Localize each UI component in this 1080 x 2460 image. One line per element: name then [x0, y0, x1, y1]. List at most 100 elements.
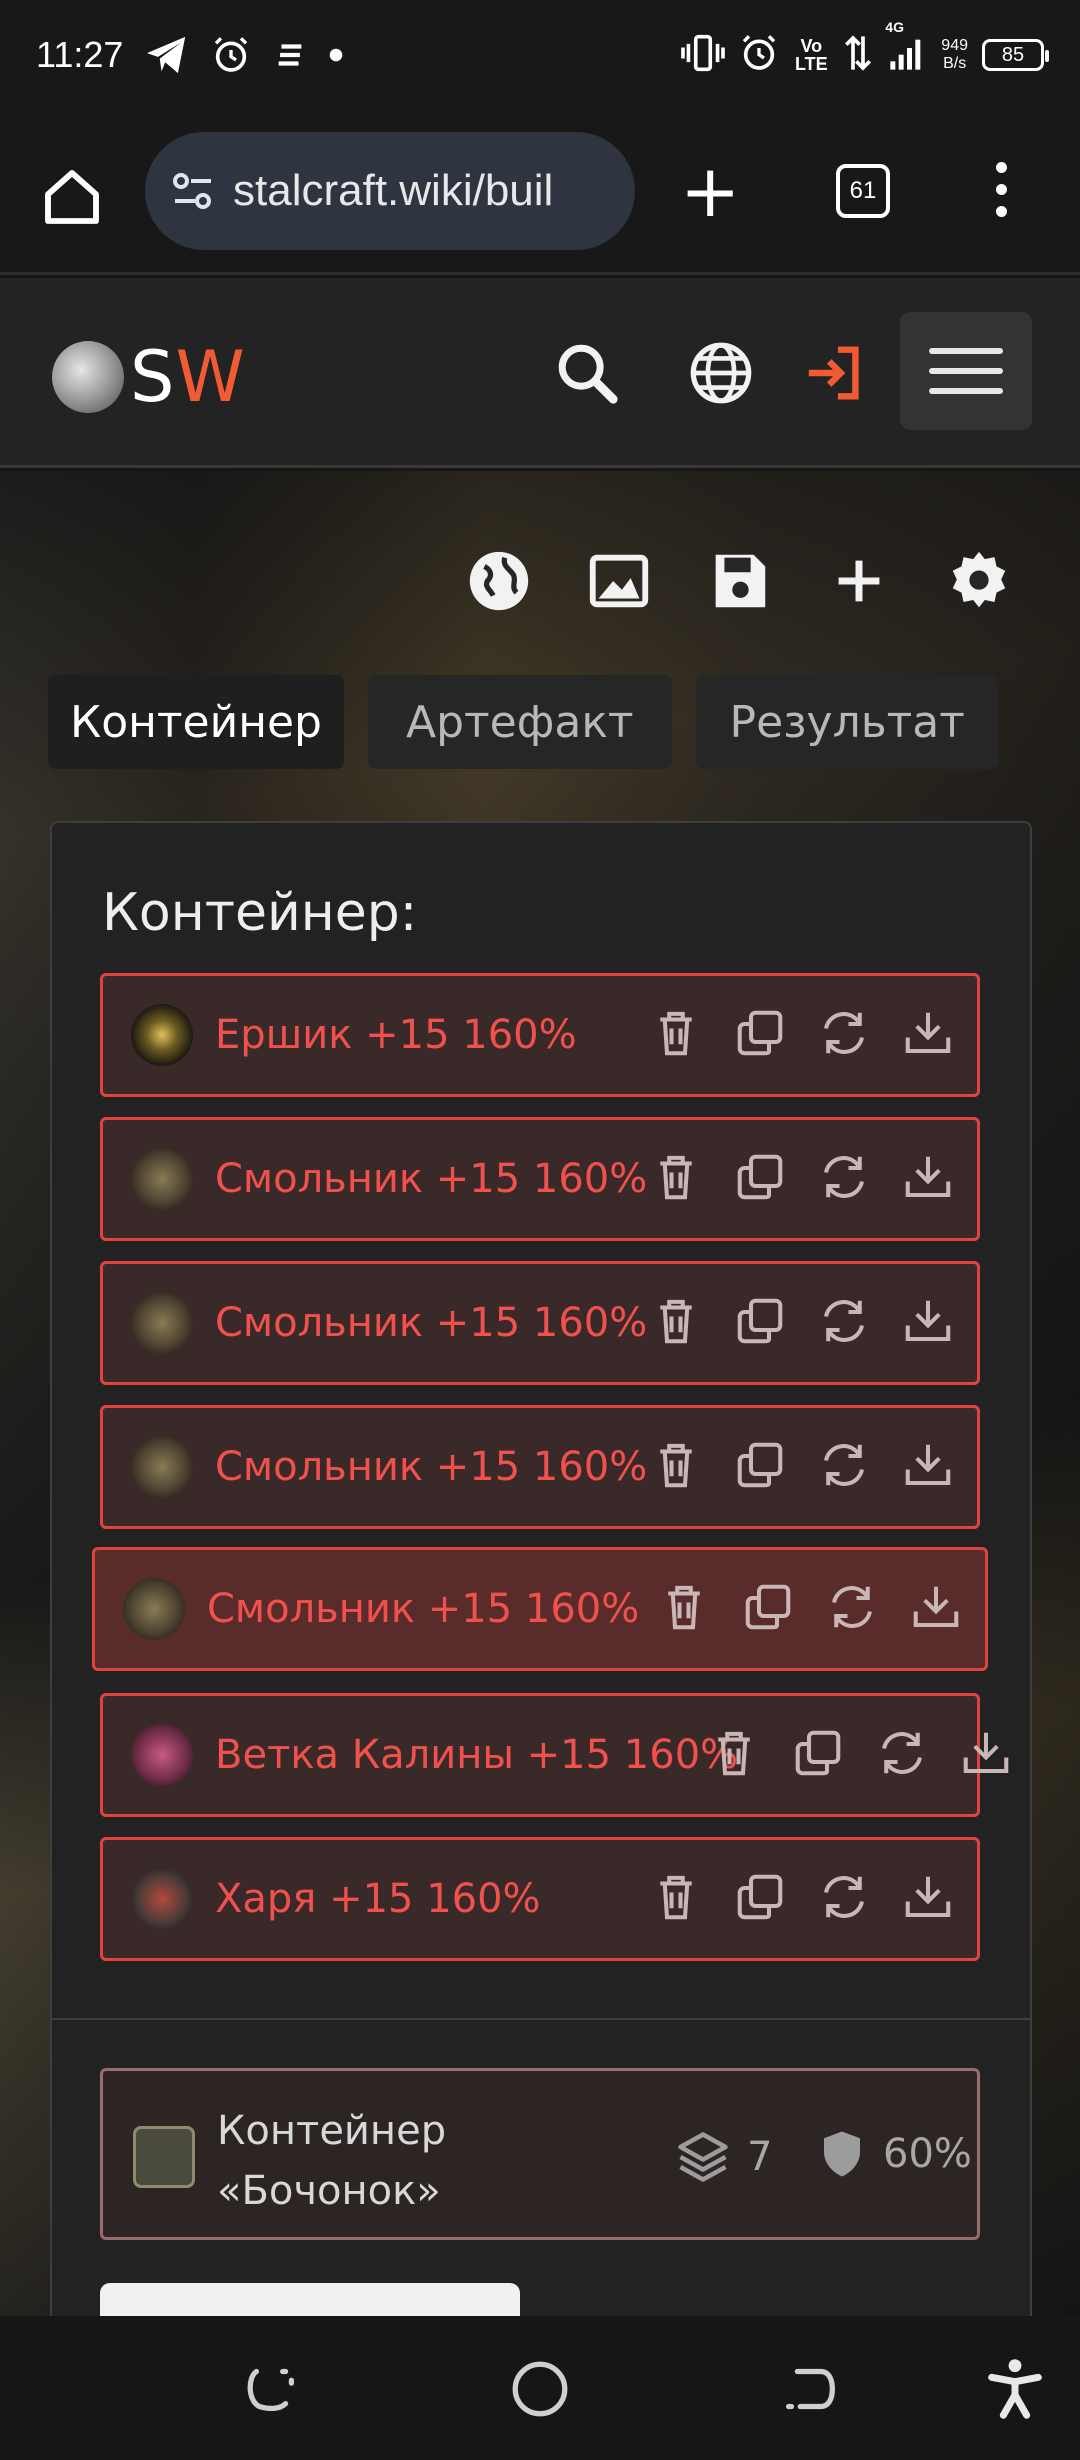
copy-icon[interactable]: [733, 1294, 787, 1348]
replace-icon[interactable]: [817, 1150, 871, 1204]
image-icon[interactable]: [584, 546, 654, 616]
new-tab-icon[interactable]: +: [680, 155, 740, 227]
divider: [52, 2018, 1030, 2020]
container-bochonok-icon: [133, 2126, 195, 2188]
vetka-kaliny-artifact-icon: [131, 1724, 193, 1786]
container-panel: Контейнер: Ершик +15 160% Смольник +15 16…: [50, 821, 1032, 2316]
tab-result[interactable]: Результат: [695, 675, 999, 769]
share-globe-icon[interactable]: [464, 546, 534, 616]
copy-icon[interactable]: [791, 1726, 845, 1780]
artifact-actions: [649, 1294, 955, 1348]
artifact-name: Смольник +15 160%: [215, 1300, 648, 1346]
logo-letter-w: W: [175, 336, 246, 418]
replace-icon[interactable]: [825, 1580, 879, 1634]
artifact-name: Смольник +15 160%: [207, 1586, 640, 1632]
build-editor: Контейнер Артефакт Результат Контейнер: …: [0, 471, 1080, 2316]
site-menu-button[interactable]: [900, 312, 1032, 430]
net-speed-value: 949: [941, 37, 968, 54]
slots-value: 7: [747, 2134, 773, 2180]
copy-icon[interactable]: [733, 1870, 787, 1924]
artifact-actions: [707, 1726, 1013, 1780]
copy-icon[interactable]: [733, 1006, 787, 1060]
delete-icon[interactable]: [657, 1580, 711, 1634]
delete-icon[interactable]: [649, 1870, 703, 1924]
tab-count-button[interactable]: 61: [836, 164, 890, 218]
delete-icon[interactable]: [649, 1006, 703, 1060]
save-icon[interactable]: [704, 546, 774, 616]
browser-toolbar: stalcraft.wiki/buil + 61: [0, 110, 1080, 275]
download-icon[interactable]: [901, 1870, 955, 1924]
replace-icon[interactable]: [817, 1870, 871, 1924]
search-icon[interactable]: [552, 338, 622, 408]
artifact-row[interactable]: Смольник +15 160%: [100, 1405, 980, 1529]
copy-icon[interactable]: [741, 1580, 795, 1634]
back-icon[interactable]: [774, 2354, 844, 2424]
delete-icon[interactable]: [649, 1438, 703, 1492]
download-icon[interactable]: [959, 1726, 1013, 1780]
smolnik-artifact-icon: [131, 1148, 193, 1210]
logo-letter-s: S: [130, 336, 176, 418]
container-name: Контейнер «Бочонок»: [217, 2108, 447, 2214]
download-icon[interactable]: [901, 1006, 955, 1060]
artifact-row[interactable]: Ершик +15 160%: [100, 973, 980, 1097]
artifact-row[interactable]: Смольник +15 160%: [100, 1261, 980, 1385]
home-nav-icon[interactable]: [505, 2354, 575, 2424]
download-icon[interactable]: [901, 1294, 955, 1348]
ershik-artifact-icon: [131, 1004, 193, 1066]
tab-container[interactable]: Контейнер: [48, 675, 344, 769]
alarm-icon: [211, 35, 251, 75]
artifact-row[interactable]: Харя +15 160%: [100, 1837, 980, 1961]
artifact-actions: [649, 1870, 955, 1924]
replace-icon[interactable]: [817, 1438, 871, 1492]
artifact-actions: [649, 1438, 955, 1492]
editor-tabs: Контейнер Артефакт Результат: [48, 675, 999, 769]
address-bar[interactable]: stalcraft.wiki/buil: [145, 132, 635, 250]
replace-icon[interactable]: [875, 1726, 929, 1780]
tab-artifact[interactable]: Артефакт: [368, 675, 672, 769]
download-icon[interactable]: [909, 1580, 963, 1634]
settings-gear-icon[interactable]: [944, 546, 1014, 616]
copy-icon[interactable]: [733, 1150, 787, 1204]
login-icon[interactable]: [800, 338, 870, 408]
smolnik-artifact-icon: [123, 1578, 185, 1640]
artifact-name: Ветка Калины +15 160%: [215, 1732, 739, 1778]
delete-icon[interactable]: [707, 1726, 761, 1780]
home-icon[interactable]: [40, 165, 104, 229]
action-button[interactable]: [100, 2283, 520, 2316]
artifact-row[interactable]: Смольник +15 160%: [100, 1117, 980, 1241]
site-settings-icon[interactable]: [169, 167, 217, 215]
artifact-actions: [657, 1580, 963, 1634]
net-speed-unit: B/s: [943, 55, 967, 72]
browser-menu-icon[interactable]: [996, 162, 1007, 228]
copy-icon[interactable]: [733, 1438, 787, 1492]
site-header: SW: [0, 278, 1080, 468]
vibrate-icon: [681, 33, 726, 77]
recents-icon[interactable]: [236, 2354, 306, 2424]
delete-icon[interactable]: [649, 1150, 703, 1204]
logo-text: SW: [130, 336, 246, 418]
download-icon[interactable]: [901, 1438, 955, 1492]
artifact-row[interactable]: Смольник +15 160%: [92, 1547, 988, 1671]
notes-icon: [273, 38, 307, 72]
artifact-row[interactable]: Ветка Калины +15 160%: [100, 1693, 1009, 1817]
site-logo[interactable]: SW: [52, 336, 246, 418]
layers-icon: [678, 2132, 728, 2182]
status-time: 11:27: [36, 34, 124, 75]
add-icon[interactable]: [824, 546, 894, 616]
replace-icon[interactable]: [817, 1006, 871, 1060]
language-globe-icon[interactable]: [686, 338, 756, 408]
status-bar: 11:27 Vo LTE 4G 949 B/s 85: [0, 0, 1080, 110]
accessibility-icon[interactable]: [980, 2354, 1050, 2424]
artifact-name: Харя +15 160%: [215, 1876, 541, 1922]
container-card[interactable]: Контейнер «Бочонок» 7 60%: [100, 2068, 980, 2240]
panel-title: Контейнер:: [102, 883, 418, 943]
download-icon[interactable]: [901, 1150, 955, 1204]
dot-icon: [329, 48, 343, 62]
url-text[interactable]: stalcraft.wiki/buil: [233, 166, 613, 216]
artifact-name: Ершик +15 160%: [215, 1012, 577, 1058]
delete-icon[interactable]: [649, 1294, 703, 1348]
network-type: 4G: [885, 19, 904, 35]
battery-icon: 85: [982, 39, 1049, 71]
replace-icon[interactable]: [817, 1294, 871, 1348]
artifact-actions: [649, 1150, 955, 1204]
